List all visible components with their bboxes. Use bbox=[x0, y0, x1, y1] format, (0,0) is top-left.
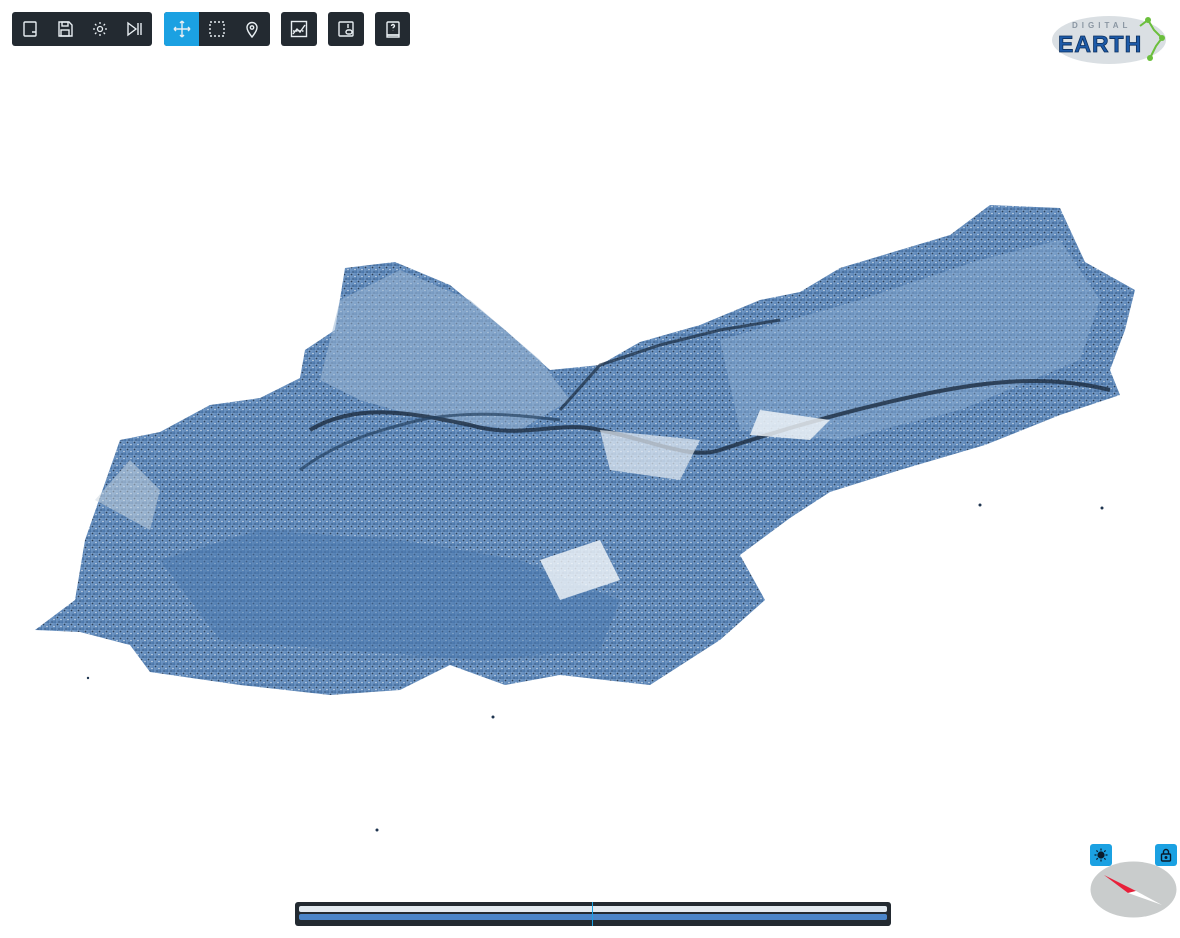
file-toolbar bbox=[12, 12, 152, 46]
line-chart-icon bbox=[290, 20, 307, 38]
move-tool-button[interactable] bbox=[164, 12, 199, 46]
pin-tool-button[interactable] bbox=[234, 12, 269, 46]
timeline-marker[interactable] bbox=[592, 902, 593, 926]
logo-main-text: EARTH bbox=[1058, 31, 1142, 57]
save-button[interactable] bbox=[47, 12, 82, 46]
save-icon bbox=[57, 21, 73, 37]
compass[interactable] bbox=[1090, 861, 1177, 918]
timeline-track-lower bbox=[299, 914, 887, 920]
map-pin-icon bbox=[245, 21, 258, 38]
help-toolbar bbox=[375, 12, 410, 46]
new-file-icon bbox=[22, 21, 37, 37]
layers-toolbar bbox=[328, 12, 364, 46]
gear-icon bbox=[92, 22, 107, 36]
layers-panel-icon bbox=[337, 21, 354, 37]
move-icon bbox=[173, 20, 190, 38]
point-cloud-viewport[interactable] bbox=[0, 0, 1180, 938]
layers-button[interactable] bbox=[328, 12, 363, 46]
point-cloud bbox=[35, 205, 1135, 832]
play-pause-icon bbox=[126, 21, 142, 37]
play-pause-button[interactable] bbox=[117, 12, 152, 46]
selection-box-icon bbox=[208, 21, 225, 37]
timeline-track-upper bbox=[299, 906, 887, 912]
sun-icon bbox=[1094, 848, 1108, 862]
select-tool-button[interactable] bbox=[199, 12, 234, 46]
new-file-button[interactable] bbox=[12, 12, 47, 46]
settings-button[interactable] bbox=[82, 12, 117, 46]
help-book-icon bbox=[385, 21, 400, 38]
logo-top-text: DIGITAL bbox=[1072, 21, 1131, 30]
chart-button[interactable] bbox=[281, 12, 316, 46]
timeline-slider[interactable] bbox=[295, 902, 891, 926]
lock-icon bbox=[1160, 848, 1172, 862]
digital-earth-logo: DIGITAL EARTH bbox=[1052, 16, 1166, 64]
chart-toolbar bbox=[281, 12, 317, 46]
navigation-toolbar bbox=[164, 12, 270, 46]
help-button[interactable] bbox=[375, 12, 410, 46]
